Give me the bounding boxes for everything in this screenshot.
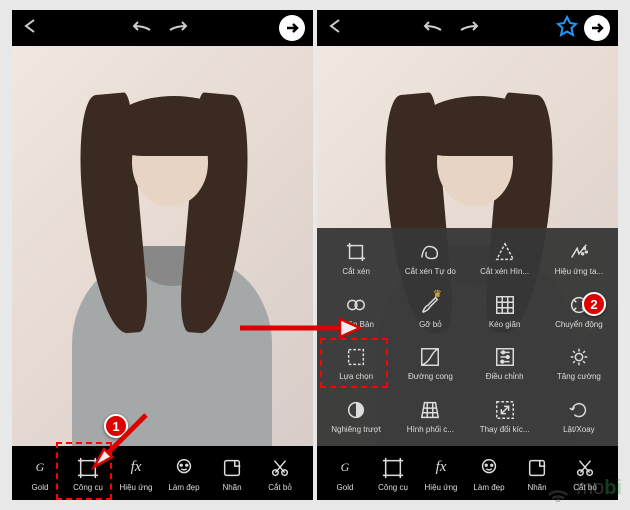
panel-enhance[interactable]: Tăng cường [542,337,616,390]
tool-tools[interactable]: Công cụ [369,455,417,492]
label: Cắt xén Hìn... [480,267,529,276]
panel-curves[interactable]: Đường cong [393,337,467,390]
annotation-badge-1: 1 [104,414,128,438]
panel-fliprotate[interactable]: Lật/Xoay [542,390,616,443]
panel-crop[interactable]: Cắt xén [319,232,393,285]
label: Lật/Xoay [563,425,595,434]
panel-shapecrop[interactable]: Cắt xén Hìn... [468,232,542,285]
label: Điều chỉnh [486,372,524,381]
tool-effects[interactable]: fxHiệu ứng [112,455,160,492]
right-screen: Cắt xén Cắt xén Tự do Cắt xén Hìn... Hiệ… [317,10,618,500]
tool-gold[interactable]: GGold [321,455,369,492]
label: Hình phối c... [407,425,454,434]
label: Đường cong [408,372,453,381]
tools-panel: Cắt xén Cắt xén Tự do Cắt xén Hìn... Hiệ… [317,228,618,446]
back-icon[interactable] [20,16,40,41]
panel-adjust[interactable]: Điều chỉnh [468,337,542,390]
watermark: mobi [544,474,622,502]
annotation-badge-2: 2 [582,292,606,316]
panel-resize[interactable]: Thay đổi kíc... [468,390,542,443]
annotation-highlight-selection [320,338,388,388]
label: Nhân Bản [338,320,374,329]
crown-icon: ♛ [433,289,442,300]
label: Hiệu ứng [120,483,153,492]
tool-effects[interactable]: fxHiệu ứng [417,455,465,492]
star-icon[interactable] [556,15,578,42]
redo-icon[interactable] [457,18,479,39]
undo-icon[interactable] [132,18,154,39]
panel-disperse[interactable]: Hiệu ứng ta... [542,232,616,285]
tool-beauty[interactable]: Làm đẹp [160,455,208,492]
label: Thay đổi kíc... [480,425,530,434]
topbar [12,10,313,46]
label: Công cụ [378,483,408,492]
label: Hiệu ứng [425,483,458,492]
panel-freecrop[interactable]: Cắt xén Tự do [393,232,467,285]
panel-stretch[interactable]: Kéo giãn [468,285,542,338]
tool-cutout[interactable]: Cắt bỏ [256,455,304,492]
label: Làm đẹp [473,483,504,492]
label: Gold [337,483,354,492]
annotation-highlight-tools [56,442,112,500]
redo-icon[interactable] [166,18,188,39]
label: Cắt xén [342,267,370,276]
undo-icon[interactable] [423,18,445,39]
tool-beauty[interactable]: Làm đẹp [465,455,513,492]
left-screen: GGold Công cụ fxHiệu ứng Làm đẹp Nhãn Cắ… [12,10,313,500]
next-button[interactable] [279,15,305,41]
label: Nhãn [222,483,241,492]
label: Kéo giãn [489,320,521,329]
panel-clone[interactable]: Nhân Bản [319,285,393,338]
signal-icon [544,474,572,502]
label: Nghiêng trượt [331,425,381,434]
label: Hiệu ứng ta... [555,267,604,276]
label: Chuyển động [555,320,603,329]
panel-remove[interactable]: ♛ Gỡ bỏ [393,285,467,338]
back-icon[interactable] [325,16,345,41]
panel-perspective[interactable]: Hình phối c... [393,390,467,443]
label: Tăng cường [557,372,601,381]
label: Cắt xén Tự do [405,267,456,276]
label: Gỡ bỏ [419,320,442,329]
panel-tiltshift[interactable]: Nghiêng trượt [319,390,393,443]
label: Cắt bỏ [268,483,292,492]
label: Gold [32,483,49,492]
next-button[interactable] [584,15,610,41]
tool-sticker[interactable]: Nhãn [208,455,256,492]
label: Làm đẹp [168,483,199,492]
topbar [317,10,618,46]
photo-canvas[interactable] [12,46,313,446]
panel-motion[interactable]: Chuyển động [542,285,616,338]
